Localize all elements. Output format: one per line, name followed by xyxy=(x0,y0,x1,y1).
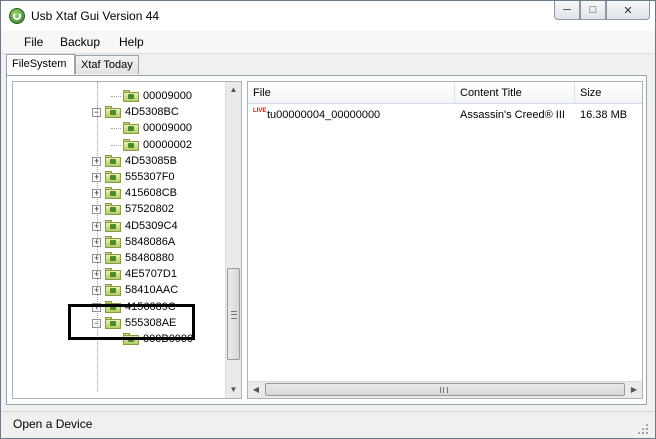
app-logo-icon xyxy=(9,8,25,24)
tree-node-label: 00009000 xyxy=(143,90,192,102)
tree-node-label: 00009000 xyxy=(143,122,192,135)
tree-vertical-scrollbar[interactable]: ▲ ▼ xyxy=(225,82,241,398)
tree-node-label: 415608CB xyxy=(125,187,177,200)
folder-icon xyxy=(105,203,121,216)
folder-icon xyxy=(105,252,121,264)
scroll-left-icon[interactable]: ◀ xyxy=(248,382,264,398)
tree-scroll-thumb[interactable] xyxy=(227,268,240,360)
close-icon: ✕ xyxy=(623,4,633,17)
list-horizontal-scrollbar[interactable]: ◀ ▶ xyxy=(248,381,642,398)
tab-filesystem[interactable]: FileSystem xyxy=(6,54,75,75)
folder-icon xyxy=(105,219,121,232)
tree-node-label: 58410AAC xyxy=(125,284,179,297)
tab-xtaf-today[interactable]: Xtaf Today xyxy=(75,55,139,74)
tree-node-label: 00000002 xyxy=(143,138,192,151)
tree-trunk-line xyxy=(97,82,98,392)
menu-file[interactable]: File xyxy=(24,35,43,49)
resize-grip-icon[interactable] xyxy=(637,423,648,434)
folder-icon xyxy=(105,106,121,119)
window-title: Usb Xtaf Gui Version 44 xyxy=(31,9,160,23)
folder-icon xyxy=(123,122,139,135)
window-controls: ─ □ ✕ xyxy=(554,1,650,21)
scroll-right-icon[interactable]: ▶ xyxy=(626,382,642,398)
tree-node-label: 4E5707D1 xyxy=(125,268,177,281)
minimize-button[interactable]: ─ xyxy=(554,1,580,20)
list-row-file-name[interactable]: tu00000004_00000000 xyxy=(267,109,380,121)
status-bar: Open a Device xyxy=(2,411,654,438)
tree-node-label: 555307F0 xyxy=(125,171,175,183)
title-bar[interactable]: Usb Xtaf Gui Version 44 ─ □ ✕ xyxy=(1,1,655,31)
folder-icon xyxy=(105,171,121,183)
folder-icon xyxy=(123,90,139,102)
tree-connector xyxy=(111,96,121,97)
scroll-down-icon[interactable]: ▼ xyxy=(226,382,241,398)
folder-icon xyxy=(105,187,121,200)
maximize-icon: □ xyxy=(589,4,597,16)
tree-connector xyxy=(111,144,121,146)
xbox-live-icon: LIVE xyxy=(253,108,267,114)
column-header-size[interactable]: Size xyxy=(575,82,642,104)
tree-node-label: 57520802 xyxy=(125,203,174,216)
menu-help[interactable]: Help xyxy=(119,35,144,49)
folder-tree[interactable]: 00009000−4D5308BC 00009000 00000002 +4D5308… xyxy=(12,81,242,399)
grip-icon xyxy=(440,387,448,393)
folder-icon xyxy=(105,154,121,167)
tree-node-label: 5848086A xyxy=(125,235,176,248)
status-text: Open a Device xyxy=(13,417,93,431)
menu-bar: File Backup Help xyxy=(2,31,654,54)
maximize-button[interactable]: □ xyxy=(580,1,606,20)
file-list[interactable]: File Content Title Size LIVE tu00000004_… xyxy=(247,81,643,399)
tree-node-label: 4D53085B xyxy=(125,154,177,167)
folder-icon xyxy=(105,235,121,248)
folder-icon xyxy=(105,268,121,281)
tree-node-label: 58480880 xyxy=(125,252,174,264)
tree-node-label: 4D5308BC xyxy=(125,106,179,119)
menu-backup[interactable]: Backup xyxy=(60,35,100,49)
tree-connector xyxy=(111,128,121,130)
column-header-content-title[interactable]: Content Title xyxy=(455,82,575,104)
app-window: Usb Xtaf Gui Version 44 ─ □ ✕ File Backu… xyxy=(0,0,656,439)
tree-node-label: 4D5309C4 xyxy=(125,219,178,232)
close-button[interactable]: ✕ xyxy=(606,1,650,20)
list-row-size[interactable]: 16.38 MB xyxy=(580,109,627,121)
folder-icon xyxy=(105,284,121,297)
grip-icon xyxy=(231,311,237,319)
scroll-up-icon[interactable]: ▲ xyxy=(226,82,241,98)
list-scroll-thumb[interactable] xyxy=(265,383,625,396)
selection-highlight-box xyxy=(68,304,195,340)
folder-icon xyxy=(123,138,139,151)
list-row-content-title[interactable]: Assassin's Creed® III xyxy=(460,109,565,121)
minimize-icon: ─ xyxy=(563,4,571,16)
column-header-file[interactable]: File xyxy=(248,82,455,104)
tab-panel-filesystem: 00009000−4D5308BC 00009000 00000002 +4D5308… xyxy=(6,75,647,405)
